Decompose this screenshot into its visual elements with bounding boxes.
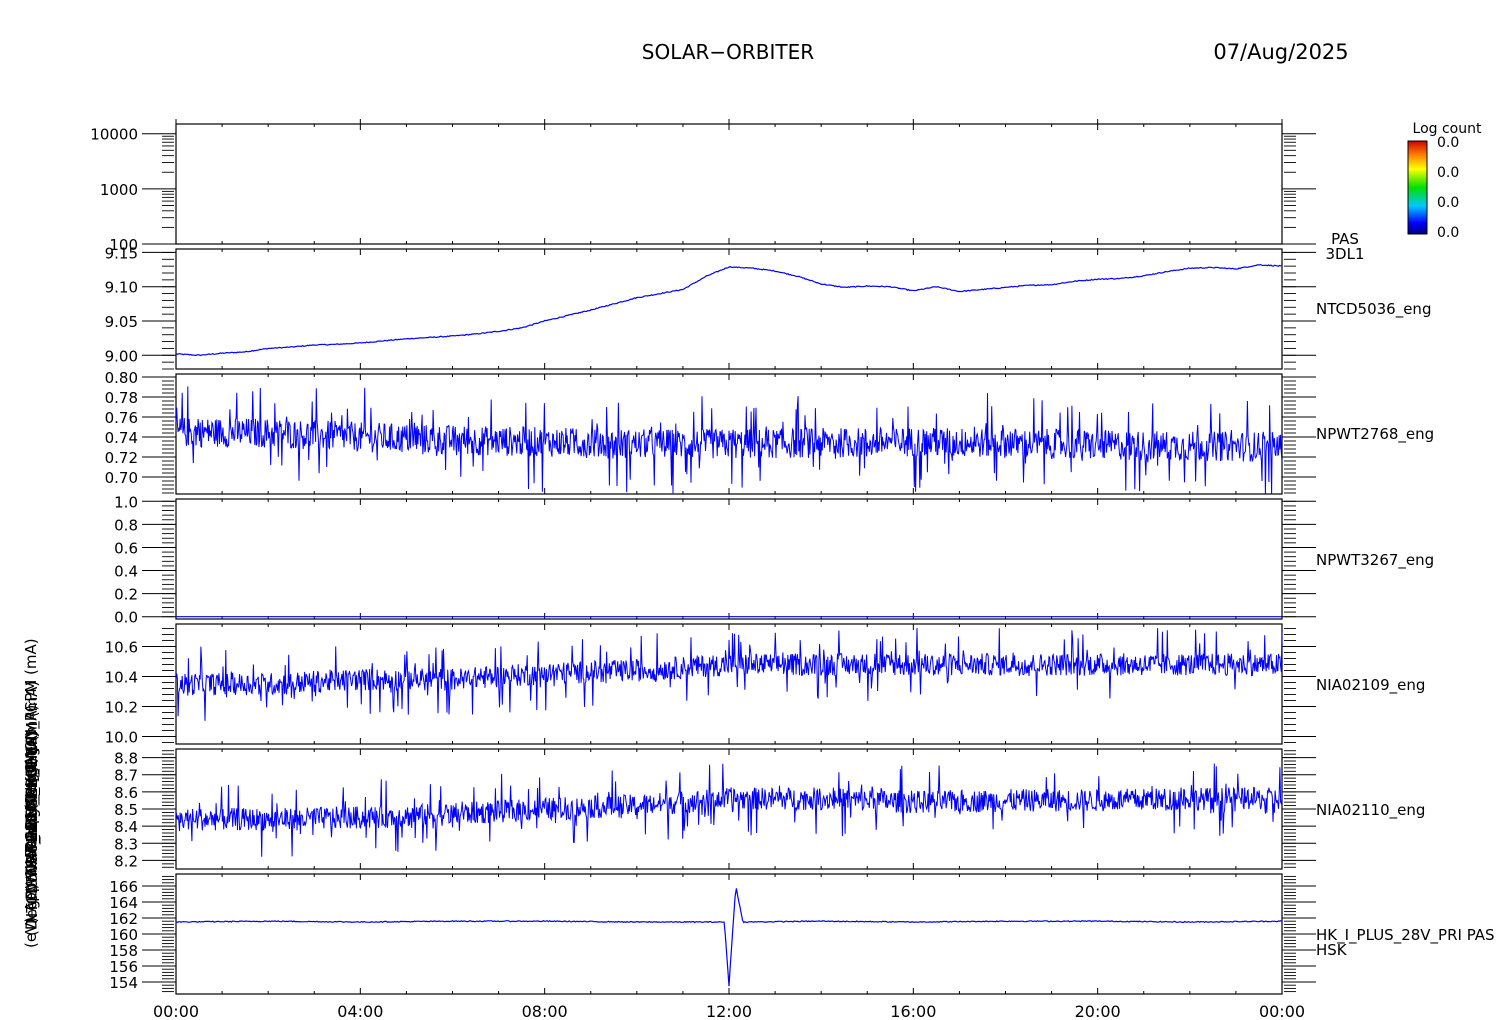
plot-date: 07/Aug/2025 <box>1213 40 1348 64</box>
data-series-line <box>175 386 1283 495</box>
colorbar-tick: 0.0 <box>1437 165 1459 181</box>
y-tick-label: 9.05 <box>105 313 138 331</box>
y-tick-label: 10.6 <box>105 639 138 657</box>
y-tick-label: 10.4 <box>105 669 138 687</box>
y-tick-label: 9.15 <box>105 244 138 262</box>
colorbar: Log count 0.0 0.0 0.0 0.0 <box>1407 121 1482 241</box>
y-tick-label: 10.0 <box>105 729 138 747</box>
panel-label: NIA02110_eng <box>1316 801 1425 820</box>
y-tick-label: 154 <box>109 974 138 992</box>
y-tick-label: 8.4 <box>114 818 138 836</box>
plot-canvas: SOLAR−ORBITER 07/Aug/2025 Log count 0.0 … <box>22 40 1495 1020</box>
panel-label: 3DL1 <box>1326 245 1365 263</box>
panel-frame <box>175 498 1283 620</box>
panel-2: 9.15 9.10 9.05 9.00 NTCD5036_eng <box>105 244 1431 370</box>
panel-label: NTCD5036_eng <box>1316 300 1431 319</box>
y-tick-label: 0.6 <box>114 539 138 557</box>
x-tick-label: 08:00 <box>522 1002 568 1020</box>
x-tick-label: 20:00 <box>1075 1002 1121 1020</box>
x-tick-label: 04:00 <box>337 1002 383 1020</box>
mission-title: SOLAR−ORBITER <box>642 40 814 64</box>
data-series-line <box>175 627 1283 721</box>
panel-3: 0.80 0.78 0.76 0.74 0.72 0.70 NPWT2768_eng <box>105 369 1434 495</box>
colorbar-tick: 0.0 <box>1437 195 1459 211</box>
colorbar-tick: 0.0 <box>1437 135 1459 151</box>
y-tick-label: 0.80 <box>105 369 138 387</box>
y-tick-label: 8.8 <box>114 750 138 768</box>
x-tick-label: 12:00 <box>706 1002 752 1020</box>
y-tick-label: 0.74 <box>105 429 138 447</box>
y-tick-label: 0.70 <box>105 469 138 487</box>
y-tick-label: 1.0 <box>114 493 138 511</box>
data-series-line <box>175 264 1283 357</box>
x-axis-labels: 00:00 04:00 08:00 12:00 16:00 20:00 00:00 <box>153 1002 1305 1020</box>
y-tick-label: 0.0 <box>114 609 138 627</box>
y-tick-label: 0.76 <box>105 409 138 427</box>
x-tick-label: 16:00 <box>890 1002 936 1020</box>
y-tick-label: 8.3 <box>114 835 138 853</box>
x-tick-label: 00:00 <box>153 1002 199 1020</box>
y-tick-label: 8.2 <box>114 852 138 870</box>
y-axis-title: ADM_HK_IMON_PCPM (mA) <box>22 638 41 840</box>
panel-6: 8.88.78.68.58.48.38.2 NIA02110_eng <box>114 748 1425 870</box>
overlapping-y-axis-titles: (eV)(DegC)NTCD5036_engApprox Temp (DegC)… <box>22 638 42 948</box>
panel-label: NPWT2768_eng <box>1316 425 1434 444</box>
y-tick-label: 8.7 <box>114 767 138 785</box>
panel-7: 166164162160158156154HK_I_PLUS_28V_PRI P… <box>109 873 1495 995</box>
panel-label: HSK <box>1316 941 1348 959</box>
data-series-line <box>175 888 1283 987</box>
y-tick-label: 8.5 <box>114 801 138 819</box>
panel-1: 100001000100 PAS3DL1 <box>90 119 1365 263</box>
y-tick-label: 8.6 <box>114 784 138 802</box>
x-tick-label: 00:00 <box>1259 1002 1305 1020</box>
panel-label: NIA02109_eng <box>1316 676 1425 695</box>
colorbar-tick: 0.0 <box>1437 225 1459 241</box>
y-tick-label: 0.2 <box>114 586 138 604</box>
y-tick-label: 10000 <box>90 126 138 144</box>
y-tick-label: 0.4 <box>114 563 138 581</box>
y-tick-label: 9.00 <box>105 347 138 365</box>
panels: 100001000100 PAS3DL19.159.109.059.00NTCD5… <box>90 119 1495 995</box>
y-tick-label: 0.72 <box>105 449 138 467</box>
panel-frame <box>175 123 1283 245</box>
y-tick-label: 10.2 <box>105 699 138 717</box>
data-series-line <box>175 763 1283 857</box>
colorbar-scale <box>1407 140 1428 235</box>
y-tick-label: 9.10 <box>105 279 138 297</box>
y-tick-label: 1000 <box>100 181 138 199</box>
panel-frame <box>175 873 1283 995</box>
y-tick-label: 0.8 <box>114 516 138 534</box>
panel-label: NPWT3267_eng <box>1316 551 1434 570</box>
panel-4: 1.0 0.8 0.6 0.4 0.2 0.0 NPWT3267_eng <box>114 493 1434 626</box>
y-tick-label: 0.78 <box>105 389 138 407</box>
panel-5: 10.6 10.4 10.2 10.0 NIA02109_eng <box>105 623 1425 747</box>
